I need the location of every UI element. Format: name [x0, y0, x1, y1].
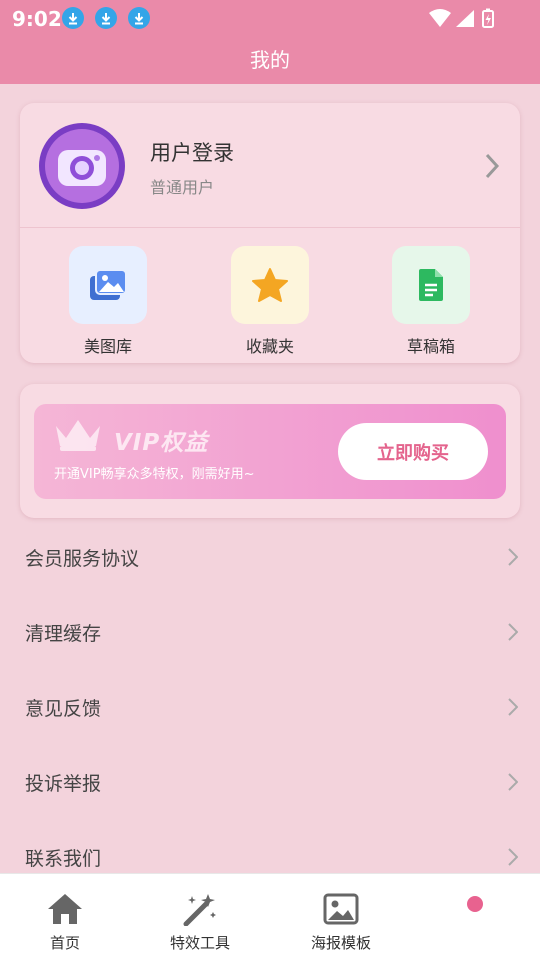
menu-item-label: 意见反馈	[25, 698, 102, 720]
tab-label: 特效工具	[169, 934, 230, 952]
vip-description: 开通VIP畅享众多特权，刚需好用~	[54, 467, 255, 482]
wifi-icon	[429, 9, 451, 27]
menu-item-clear-cache[interactable]: 清理缓存	[0, 594, 540, 669]
magic-wand-icon	[183, 894, 216, 927]
quick-action-label: 美图库	[83, 337, 132, 356]
menu-item-label: 会员服务协议	[25, 548, 140, 570]
document-icon	[419, 269, 443, 301]
profile-icon	[467, 896, 483, 912]
image-icon	[323, 893, 359, 925]
profile-row[interactable]: 用户登录 普通用户	[20, 103, 520, 227]
status-time: 9:02	[12, 7, 62, 31]
gallery-icon	[90, 269, 127, 300]
page-header: 我的	[0, 36, 540, 84]
quick-action-label: 草稿箱	[406, 337, 455, 356]
quick-action-gallery[interactable]: 美图库	[68, 246, 148, 357]
vip-title: VIP权益	[114, 430, 209, 456]
chevron-right-icon	[508, 848, 518, 866]
menu-item-label: 投诉举报	[25, 773, 102, 795]
menu-item-label: 联系我们	[25, 848, 102, 870]
tab-poster-templates[interactable]: 海报模板	[281, 874, 401, 953]
tab-home[interactable]: 首页	[5, 874, 125, 953]
menu-item-feedback[interactable]: 意见反馈	[0, 669, 540, 744]
home-icon	[48, 894, 82, 924]
download-icon	[128, 7, 150, 29]
status-icons	[428, 8, 500, 34]
avatar[interactable]	[39, 123, 125, 209]
user-level: 普通用户	[150, 178, 215, 197]
vip-banner[interactable]: VIP权益 开通VIP畅享众多特权，刚需好用~ 立即购买	[34, 404, 506, 499]
star-icon	[252, 268, 288, 302]
buy-now-button[interactable]: 立即购买	[338, 423, 488, 480]
user-name: 用户登录	[150, 141, 234, 165]
chevron-right-icon	[508, 698, 518, 716]
download-icon	[62, 7, 84, 29]
menu-item-label: 清理缓存	[25, 623, 102, 645]
chevron-right-icon	[508, 623, 518, 641]
chevron-right-icon	[508, 548, 518, 566]
chevron-right-icon	[508, 773, 518, 791]
bottom-tab-bar: 首页 特效工具 海报模板	[0, 873, 540, 961]
download-icon	[95, 7, 117, 29]
signal-icon	[456, 10, 474, 27]
camera-icon	[58, 150, 106, 186]
quick-action-drafts[interactable]: 草稿箱	[391, 246, 471, 357]
tab-profile[interactable]	[415, 874, 535, 920]
battery-icon	[482, 8, 494, 28]
tab-label: 海报模板	[310, 934, 371, 952]
vip-card: VIP权益 开通VIP畅享众多特权，刚需好用~ 立即购买	[20, 384, 520, 518]
chevron-right-icon	[485, 153, 500, 179]
quick-action-label: 收藏夹	[245, 337, 294, 356]
status-bar: 9:02	[0, 0, 540, 36]
tab-effects[interactable]: 特效工具	[140, 874, 260, 953]
profile-card: 用户登录 普通用户 美图库 收藏夹 草稿箱	[20, 103, 520, 363]
page-title: 我的	[250, 48, 290, 72]
divider	[20, 227, 520, 228]
tab-label: 首页	[49, 934, 80, 952]
menu-item-member-agreement[interactable]: 会员服务协议	[0, 519, 540, 594]
quick-action-favorites[interactable]: 收藏夹	[230, 246, 310, 357]
crown-icon	[56, 420, 100, 451]
menu-item-report[interactable]: 投诉举报	[0, 744, 540, 819]
